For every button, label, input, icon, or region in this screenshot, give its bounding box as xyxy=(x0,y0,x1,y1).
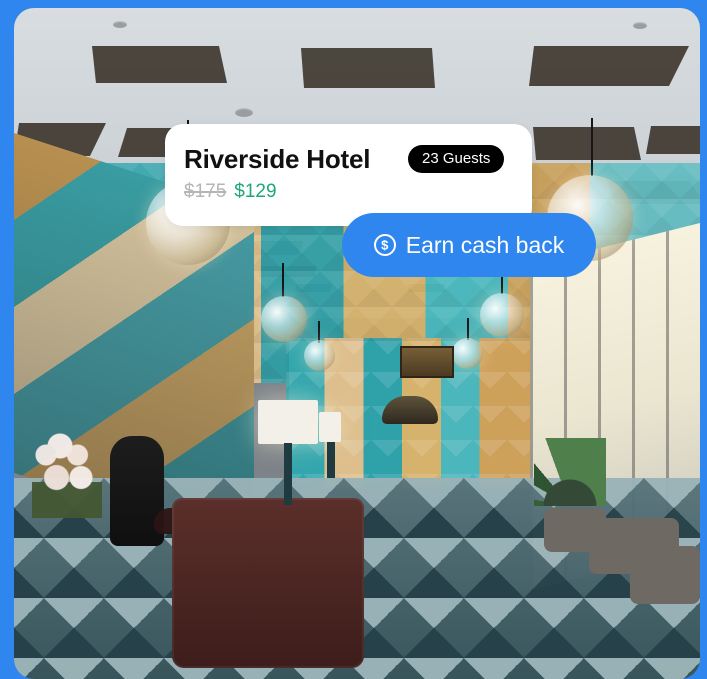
flower-arrangement xyxy=(32,428,102,518)
pendant-cord xyxy=(282,263,284,297)
pendant-light xyxy=(452,338,483,369)
table-lamp xyxy=(258,400,318,444)
earn-cash-back-label: Earn cash back xyxy=(405,232,565,258)
discount-price: $129 xyxy=(234,181,277,202)
lamp-stem xyxy=(284,443,292,505)
ceiling-light xyxy=(633,22,647,29)
pendant-cord xyxy=(591,118,593,176)
hotel-title: Riverside Hotel xyxy=(184,144,371,174)
table-lamp xyxy=(319,412,341,442)
pendant-light xyxy=(480,293,524,337)
price-row: $175 $129 xyxy=(184,182,277,202)
lamp-stem xyxy=(327,442,335,478)
hotel-info-card[interactable]: Riverside Hotel 23 Guests $175 $129 xyxy=(165,124,532,226)
dollar-circle-icon xyxy=(373,234,396,256)
pendant-light xyxy=(261,296,307,342)
pendant-cord xyxy=(467,318,469,340)
pendant-light xyxy=(304,340,335,371)
earn-cash-back-button[interactable]: Earn cash back xyxy=(342,213,596,277)
ceiling-vent xyxy=(235,108,253,117)
ceiling-light xyxy=(113,21,127,28)
original-price: $175 xyxy=(184,181,227,202)
hotel-photo-frame xyxy=(14,8,700,679)
hotel-lobby-photo xyxy=(14,8,700,679)
guest-count-badge: 23 Guests xyxy=(408,145,505,173)
potted-plant xyxy=(534,438,606,506)
wall-art xyxy=(400,346,454,378)
front-desk xyxy=(172,498,364,668)
lounge-sofa xyxy=(630,546,700,604)
